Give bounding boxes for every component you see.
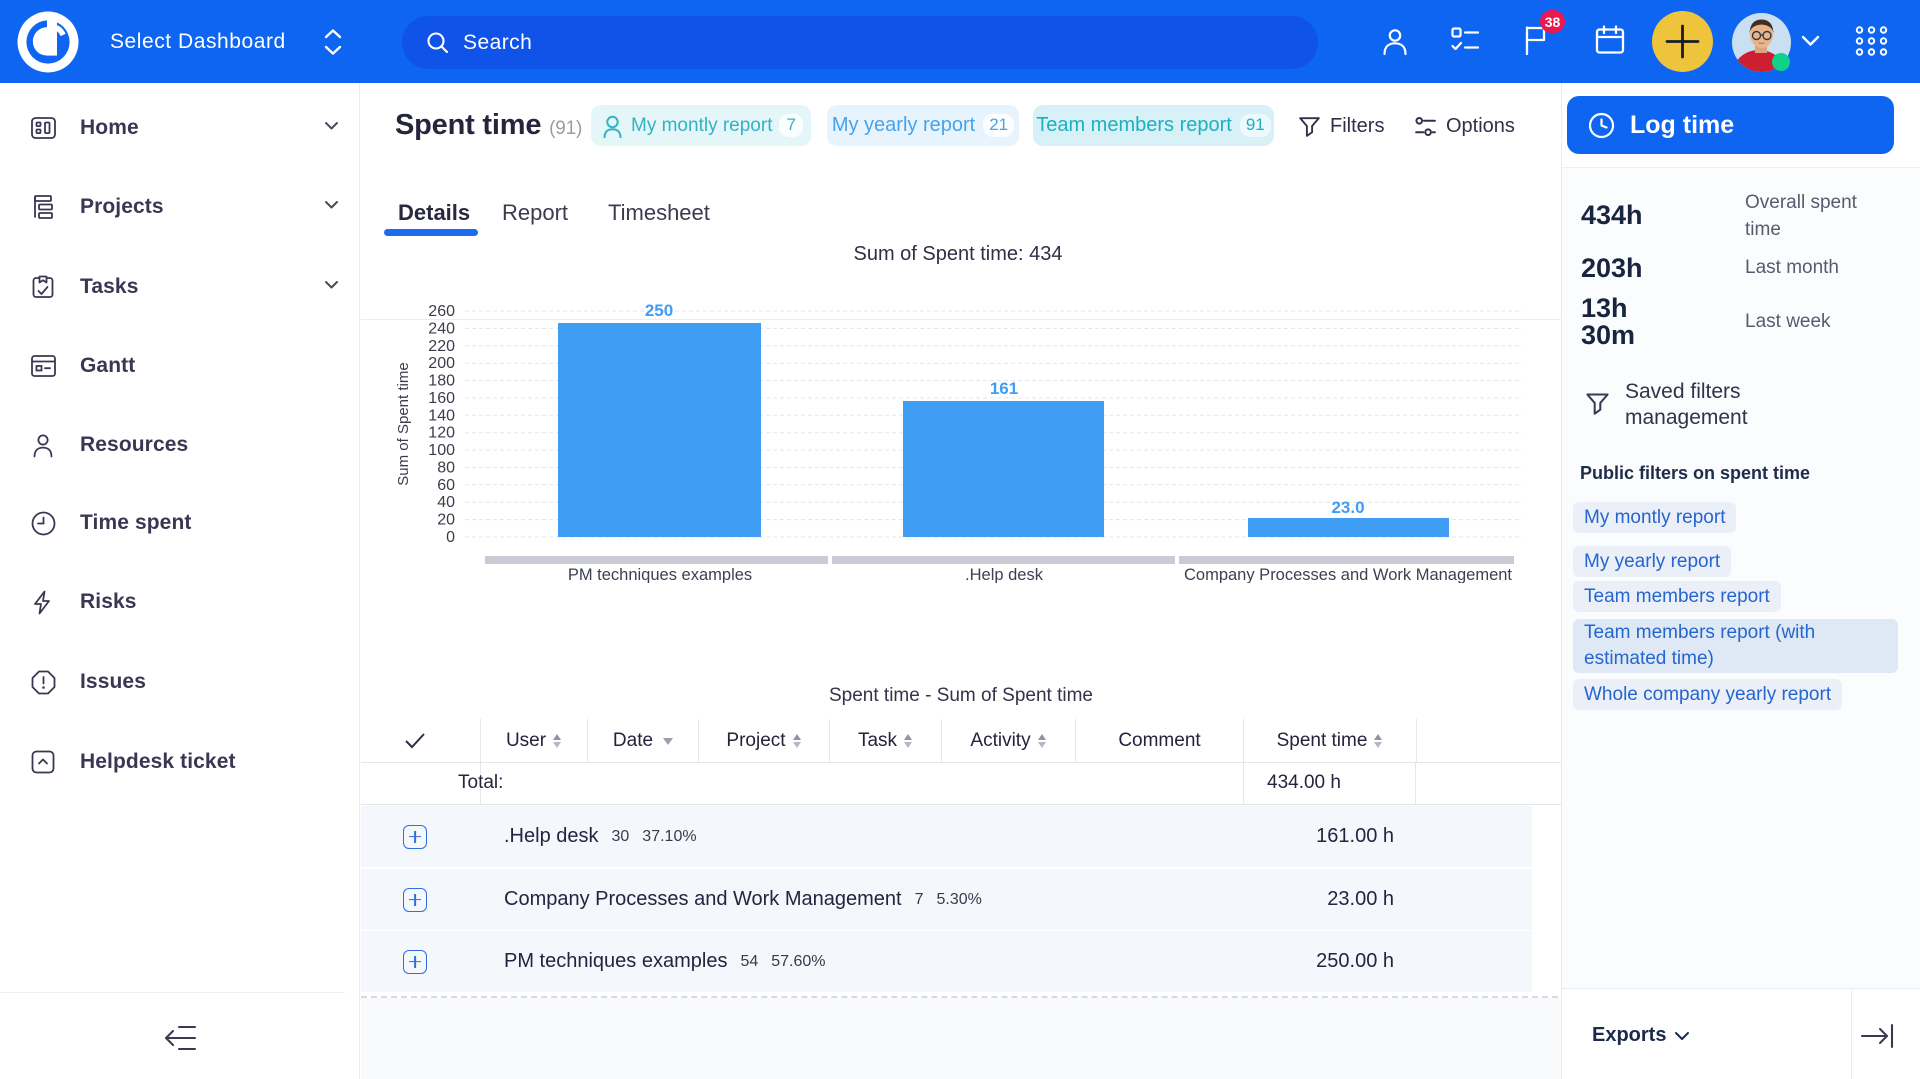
svg-text:120: 120 <box>428 425 455 442</box>
svg-text:161: 161 <box>990 379 1018 398</box>
svg-text:Company Processes and Work Man: Company Processes and Work Management <box>1184 566 1512 583</box>
svg-text:23.0: 23.0 <box>1331 498 1364 517</box>
svg-text:20: 20 <box>437 512 455 529</box>
svg-text:Sum of Spent time: Sum of Spent time <box>395 362 412 485</box>
svg-text:250: 250 <box>645 301 673 320</box>
svg-text:PM techniques examples: PM techniques examples <box>568 566 752 583</box>
svg-text:200: 200 <box>428 355 455 372</box>
svg-text:260: 260 <box>428 303 455 320</box>
svg-text:100: 100 <box>428 442 455 459</box>
svg-text:180: 180 <box>428 373 455 390</box>
svg-text:0: 0 <box>446 529 455 546</box>
svg-text:40: 40 <box>437 494 455 511</box>
svg-text:240: 240 <box>428 320 455 337</box>
svg-text:60: 60 <box>437 477 455 494</box>
svg-text:220: 220 <box>428 338 455 355</box>
svg-text:140: 140 <box>428 407 455 424</box>
svg-text:.Help desk: .Help desk <box>965 566 1044 583</box>
svg-text:160: 160 <box>428 390 455 407</box>
svg-text:80: 80 <box>437 460 455 477</box>
